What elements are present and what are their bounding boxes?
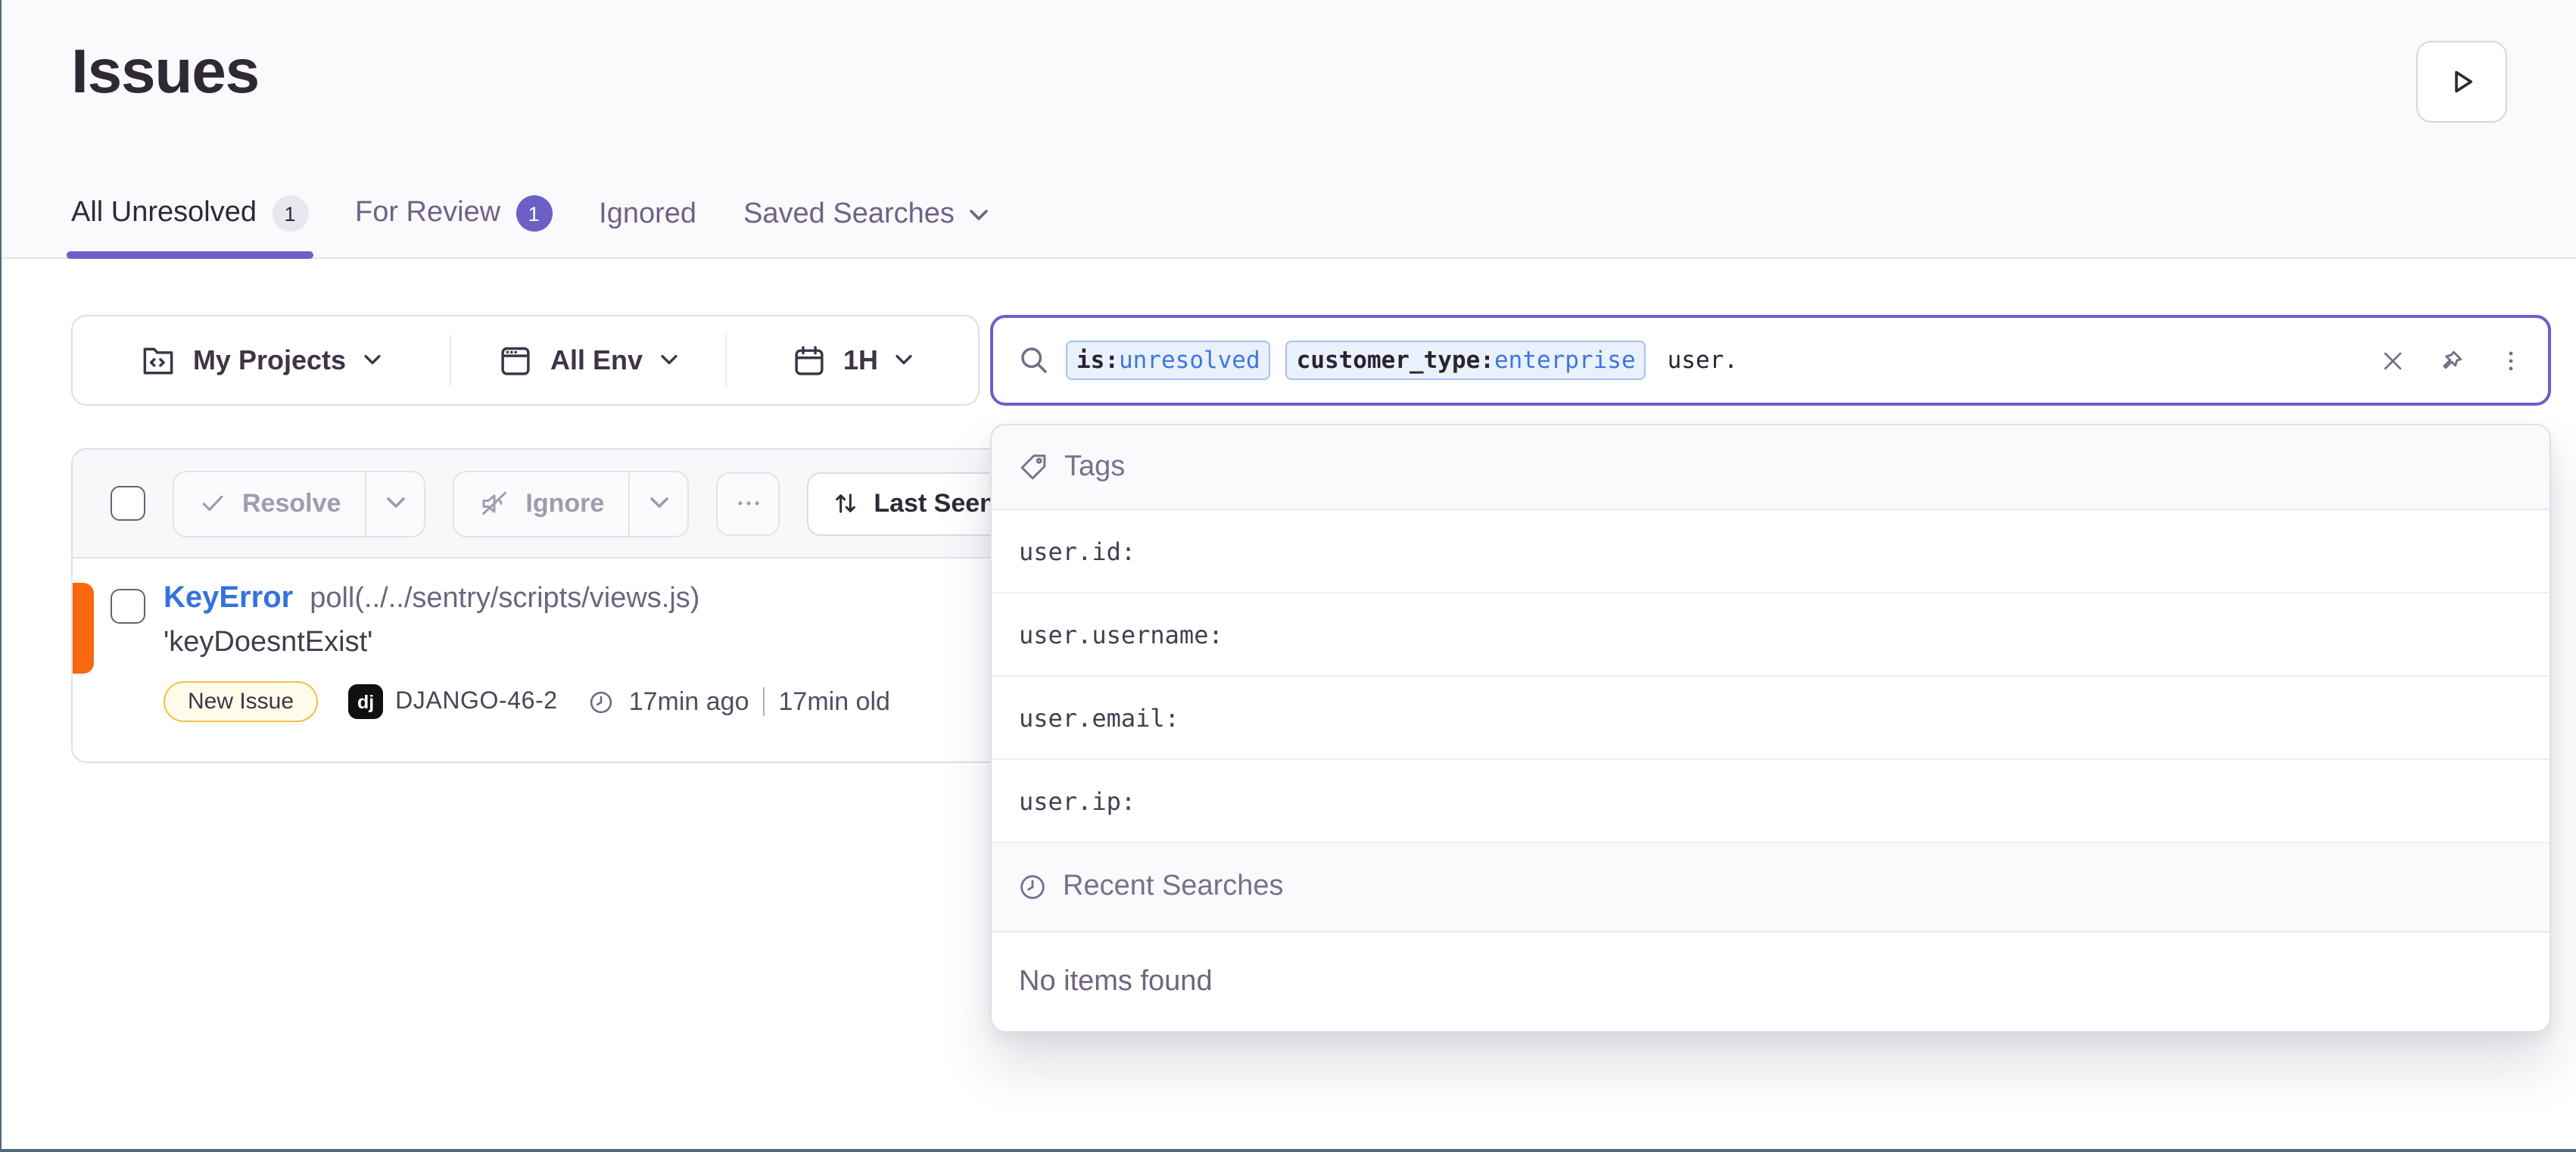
chevron-down-icon: [659, 354, 677, 366]
search-token-customer-type[interactable]: customer_type:enterprise: [1286, 341, 1646, 380]
project-badge[interactable]: dj DJANGO-46-2: [348, 684, 558, 719]
issue-age: 17min old: [779, 687, 890, 717]
search-typed-text: user.: [1668, 347, 1738, 374]
tab-label: Saved Searches: [743, 198, 955, 232]
calendar-icon: [792, 343, 827, 378]
chevron-down-icon: [363, 354, 381, 366]
issue-search-input[interactable]: is:unresolved customer_type:enterprise u…: [990, 315, 2551, 406]
tags-section-header: Tags: [992, 425, 2550, 510]
project-selector-label: My Projects: [193, 344, 346, 376]
kebab-menu-icon: [2498, 347, 2524, 373]
search-icon: [1017, 344, 1051, 377]
environment-selector[interactable]: All Env: [451, 316, 725, 404]
tab-count-badge: 1: [272, 195, 308, 232]
tab-label: All Unresolved: [71, 197, 257, 230]
tab-for-review[interactable]: For Review 1: [355, 195, 552, 259]
clear-search-button[interactable]: [2380, 347, 2406, 373]
search-autocomplete-dropdown: Tags user.id: user.username: user.email:…: [990, 424, 2551, 1032]
window-bottom-edge: [0, 1149, 2576, 1152]
timerange-selector[interactable]: 1H: [727, 316, 978, 404]
close-icon: [2380, 347, 2406, 373]
project-selector[interactable]: My Projects: [73, 316, 450, 404]
resolve-button-group: Resolve: [173, 470, 425, 537]
recent-searches-label: Recent Searches: [1063, 870, 1284, 904]
environment-selector-label: All Env: [550, 344, 643, 376]
ignore-button-group: Ignore: [453, 470, 689, 537]
sort-button-label: Last Seen: [874, 488, 995, 518]
chevron-down-icon: [970, 208, 989, 222]
tab-label: For Review: [355, 197, 500, 230]
more-actions-button[interactable]: [716, 472, 780, 535]
search-menu-button[interactable]: [2498, 347, 2524, 373]
ellipsis-icon: [734, 489, 762, 518]
chevron-down-icon: [649, 497, 668, 510]
search-actions: [2380, 346, 2524, 375]
chevron-down-icon: [895, 354, 913, 366]
pin-search-button[interactable]: [2437, 346, 2466, 375]
autocomplete-item-user-id[interactable]: user.id:: [992, 510, 2550, 593]
timestamp-divider: [763, 687, 765, 716]
tags-section-label: Tags: [1064, 450, 1125, 484]
active-tab-underline: [67, 251, 313, 259]
resolve-dropdown-button[interactable]: [365, 472, 424, 535]
sort-arrows-icon: [831, 489, 860, 518]
no-items-message: No items found: [992, 932, 2550, 1031]
issue-culprit: poll(../../sentry/scripts/views.js): [310, 583, 699, 616]
play-icon: [2444, 65, 2478, 98]
clock-icon: [1017, 872, 1048, 902]
clock-icon: [588, 688, 615, 715]
issues-tabs: All Unresolved 1 For Review 1 Ignored Sa…: [71, 195, 989, 259]
environment-window-icon: [499, 343, 534, 378]
issue-short-id: DJANGO-46-2: [395, 688, 558, 715]
resolve-button[interactable]: Resolve: [174, 472, 365, 535]
autocomplete-item-user-ip[interactable]: user.ip:: [992, 760, 2550, 843]
ignore-button[interactable]: Ignore: [454, 472, 628, 535]
tag-icon: [1017, 451, 1049, 483]
recent-searches-header: Recent Searches: [992, 843, 2550, 932]
ignore-dropdown-button[interactable]: [628, 472, 687, 535]
issues-page: Issues All Unresolved 1 For Review 1 Ign…: [0, 0, 2576, 1152]
issue-last-seen: 17min ago: [629, 687, 749, 717]
issue-timestamps: 17min ago 17min old: [588, 687, 890, 717]
tab-ignored[interactable]: Ignored: [599, 198, 696, 259]
autocomplete-item-user-email[interactable]: user.email:: [992, 677, 2550, 760]
page-title: Issues: [71, 36, 259, 107]
check-icon: [198, 489, 227, 518]
tab-label: Ignored: [599, 198, 696, 232]
ignore-button-label: Ignore: [525, 488, 604, 518]
search-token-is-unresolved[interactable]: is:unresolved: [1066, 341, 1271, 380]
autocomplete-item-user-username[interactable]: user.username:: [992, 593, 2550, 677]
chevron-down-icon: [385, 497, 405, 510]
tab-count-badge: 1: [516, 195, 552, 232]
replay-tour-button[interactable]: [2416, 41, 2506, 123]
tab-all-unresolved[interactable]: All Unresolved 1: [71, 195, 308, 259]
window-left-edge: [0, 0, 2, 1152]
page-filter-bar: My Projects All Env: [71, 315, 980, 406]
projects-folder-icon: [142, 343, 176, 378]
error-level-bar: [73, 583, 94, 674]
resolve-button-label: Resolve: [242, 488, 341, 518]
pin-icon: [2437, 346, 2466, 375]
issue-checkbox[interactable]: [111, 589, 145, 624]
django-platform-icon: dj: [348, 684, 383, 719]
timerange-selector-label: 1H: [843, 344, 878, 376]
page-header: Issues All Unresolved 1 For Review 1 Ign…: [0, 0, 2576, 259]
select-all-checkbox[interactable]: [111, 486, 145, 521]
mute-icon: [478, 487, 510, 519]
tab-saved-searches[interactable]: Saved Searches: [743, 198, 989, 259]
new-issue-badge: New Issue: [164, 681, 318, 722]
issue-title-link[interactable]: KeyError: [164, 581, 293, 616]
